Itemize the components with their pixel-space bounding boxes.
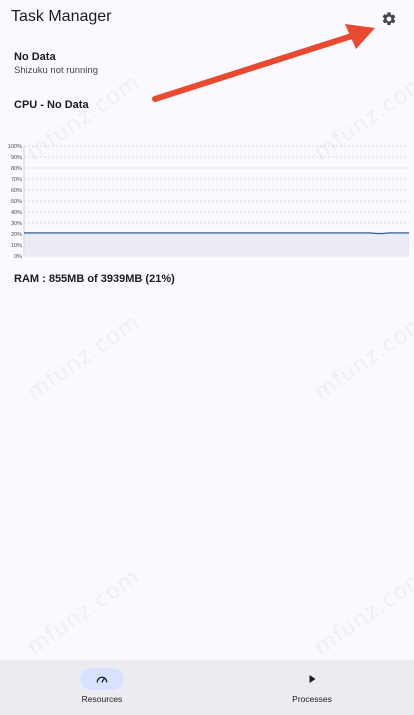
- watermark: mfunz.com: [22, 309, 145, 406]
- y-tick-label: 10%: [11, 243, 22, 249]
- y-tick-label: 70%: [11, 177, 22, 183]
- watermark: mfunz.com: [22, 564, 145, 661]
- ram-label: RAM : 855MB of 3939MB (21%): [14, 273, 175, 285]
- status-subtitle: Shizuku not running: [14, 65, 98, 76]
- y-tick-label: 60%: [11, 188, 22, 194]
- nav-resources-indicator: [80, 668, 124, 690]
- y-tick-label: 50%: [11, 199, 22, 205]
- app-title: Task Manager: [11, 8, 112, 25]
- nav-resources[interactable]: Resources: [32, 660, 172, 715]
- top-app-bar: Task Manager: [0, 0, 414, 38]
- usage-chart: 100% 90% 80% 70% 60% 50% 40% 30% 20% 10% 0%: [8, 144, 409, 260]
- bottom-navigation: Resources Processes: [0, 660, 414, 715]
- status-title: No Data: [14, 51, 56, 63]
- nav-processes-indicator: [290, 668, 334, 690]
- y-tick-label: 0%: [14, 254, 22, 260]
- y-tick-label: 30%: [11, 221, 22, 227]
- series-line: [24, 232, 409, 235]
- y-tick-label: 90%: [11, 155, 22, 161]
- nav-processes-label: Processes: [292, 694, 332, 704]
- watermark: mfunz.com: [309, 309, 414, 406]
- gear-icon: [382, 12, 396, 26]
- speedometer-icon: [96, 676, 108, 683]
- y-tick-label: 80%: [11, 166, 22, 172]
- status-block: No Data Shizuku not running: [14, 51, 98, 76]
- play-icon: [309, 675, 316, 683]
- watermark: mfunz.com: [309, 564, 414, 661]
- nav-processes[interactable]: Processes: [242, 660, 382, 715]
- series-area: [24, 232, 409, 256]
- y-tick-label: 100%: [8, 144, 22, 150]
- settings-button[interactable]: [378, 8, 400, 30]
- y-tick-label: 20%: [11, 232, 22, 238]
- nav-resources-label: Resources: [81, 694, 123, 704]
- y-tick-label: 40%: [11, 210, 22, 216]
